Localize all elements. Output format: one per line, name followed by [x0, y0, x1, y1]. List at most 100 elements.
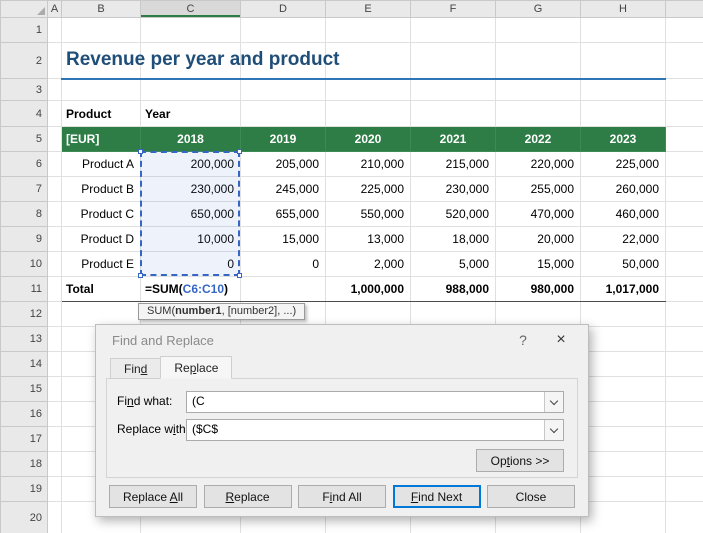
- column-header-d[interactable]: D: [240, 0, 326, 18]
- cell[interactable]: [61, 78, 141, 101]
- cell-product-name[interactable]: Product C: [61, 201, 141, 227]
- cell[interactable]: [665, 176, 703, 202]
- cell[interactable]: [47, 301, 62, 327]
- cell[interactable]: [47, 226, 62, 252]
- cell[interactable]: 245,000: [240, 176, 326, 202]
- row-header[interactable]: 7: [0, 176, 48, 202]
- column-header-c[interactable]: C: [140, 0, 241, 18]
- cell[interactable]: [410, 100, 496, 127]
- cell[interactable]: [240, 276, 326, 302]
- cell[interactable]: 215,000: [410, 151, 496, 177]
- cell-total[interactable]: 988,000: [410, 276, 496, 302]
- cell[interactable]: 50,000: [580, 251, 666, 277]
- cell-total[interactable]: 980,000: [495, 276, 581, 302]
- cell[interactable]: [47, 451, 62, 477]
- find-what-value[interactable]: (C: [192, 394, 205, 408]
- cell[interactable]: 5,000: [410, 251, 496, 277]
- cell[interactable]: [47, 201, 62, 227]
- cell[interactable]: [665, 226, 703, 252]
- cell[interactable]: [240, 100, 326, 127]
- cell[interactable]: [580, 78, 666, 101]
- cell[interactable]: [580, 326, 666, 352]
- cell[interactable]: [410, 301, 496, 327]
- cell[interactable]: [325, 301, 411, 327]
- cell[interactable]: [47, 251, 62, 277]
- cell-title[interactable]: Revenue per year and product: [61, 42, 339, 80]
- cell-c11-formula-editing[interactable]: =SUM(C6:C10): [140, 276, 241, 302]
- column-header-b[interactable]: B: [61, 0, 141, 18]
- cell[interactable]: [47, 426, 62, 452]
- cell-year-2019[interactable]: 2019: [240, 126, 326, 152]
- row-header[interactable]: 15: [0, 376, 48, 402]
- cell[interactable]: [580, 401, 666, 427]
- range-handle-icon[interactable]: [237, 273, 242, 278]
- cell[interactable]: 225,000: [325, 176, 411, 202]
- cell[interactable]: [325, 78, 411, 101]
- row-header[interactable]: 10: [0, 251, 48, 277]
- cell[interactable]: [47, 126, 62, 152]
- row-header[interactable]: 18: [0, 451, 48, 477]
- cell[interactable]: [665, 476, 703, 502]
- row-header[interactable]: 19: [0, 476, 48, 502]
- cell[interactable]: [325, 100, 411, 127]
- cell[interactable]: [47, 78, 62, 101]
- cell[interactable]: [47, 401, 62, 427]
- options-button[interactable]: Options >>: [476, 449, 564, 472]
- cell[interactable]: [665, 301, 703, 327]
- row-header[interactable]: 20: [0, 501, 48, 533]
- cell[interactable]: [47, 501, 62, 533]
- close-button[interactable]: Close: [487, 485, 575, 508]
- cell[interactable]: [665, 376, 703, 402]
- cell-product-name[interactable]: Product B: [61, 176, 141, 202]
- cell[interactable]: [240, 78, 326, 101]
- row-header[interactable]: 3: [0, 78, 48, 101]
- cell[interactable]: [665, 426, 703, 452]
- cell[interactable]: 460,000: [580, 201, 666, 227]
- row-header[interactable]: 9: [0, 226, 48, 252]
- row-header[interactable]: 2: [0, 42, 48, 79]
- cell[interactable]: [665, 451, 703, 477]
- row-header[interactable]: 16: [0, 401, 48, 427]
- find-what-combo[interactable]: (C: [186, 391, 564, 413]
- range-handle-icon[interactable]: [237, 149, 242, 154]
- help-button[interactable]: ?: [506, 332, 540, 348]
- cell[interactable]: [665, 326, 703, 352]
- cell[interactable]: 655,000: [240, 201, 326, 227]
- column-header-g[interactable]: G: [495, 0, 581, 18]
- cell[interactable]: 20,000: [495, 226, 581, 252]
- cell[interactable]: [580, 501, 666, 533]
- cell-year-label[interactable]: Year: [140, 100, 241, 127]
- cell-product-name[interactable]: Product D: [61, 226, 141, 252]
- cell[interactable]: [665, 351, 703, 377]
- cell[interactable]: [495, 78, 581, 101]
- selected-range-c6-c10[interactable]: [138, 149, 242, 278]
- cell[interactable]: 15,000: [240, 226, 326, 252]
- cell[interactable]: [580, 301, 666, 327]
- cell[interactable]: 210,000: [325, 151, 411, 177]
- cell[interactable]: [665, 276, 703, 302]
- column-header-f[interactable]: F: [410, 0, 496, 18]
- cell[interactable]: [47, 176, 62, 202]
- cell[interactable]: [580, 42, 666, 80]
- range-handle-icon[interactable]: [138, 149, 143, 154]
- cell[interactable]: 0: [240, 251, 326, 277]
- row-header[interactable]: 8: [0, 201, 48, 227]
- cell[interactable]: 220,000: [495, 151, 581, 177]
- cell[interactable]: 470,000: [495, 201, 581, 227]
- cell[interactable]: [580, 100, 666, 127]
- cell[interactable]: 18,000: [410, 226, 496, 252]
- select-all-button[interactable]: [0, 0, 48, 18]
- row-header[interactable]: 4: [0, 100, 48, 127]
- column-header-a[interactable]: A: [47, 0, 62, 18]
- row-header[interactable]: 17: [0, 426, 48, 452]
- cell[interactable]: [580, 426, 666, 452]
- cell[interactable]: [47, 151, 62, 177]
- cell-year-2018[interactable]: 2018: [140, 126, 241, 152]
- find-all-button[interactable]: Find All: [298, 485, 386, 508]
- tab-replace[interactable]: Replace: [160, 356, 233, 379]
- cell[interactable]: [47, 376, 62, 402]
- cell[interactable]: [61, 301, 141, 327]
- cell[interactable]: [580, 17, 666, 43]
- cell-year-2021[interactable]: 2021: [410, 126, 496, 152]
- replace-with-value[interactable]: ($C$: [192, 422, 218, 436]
